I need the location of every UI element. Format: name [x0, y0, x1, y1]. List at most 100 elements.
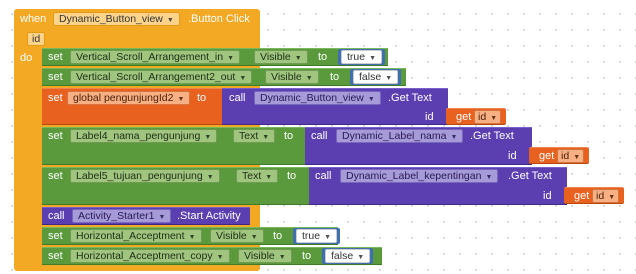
- set-keyword: set: [48, 250, 63, 262]
- to-keyword: to: [197, 92, 207, 104]
- dropdown-icon: ▼: [450, 134, 458, 141]
- dropdown-icon: ▼: [367, 96, 375, 103]
- method-name: .Get Text: [388, 92, 432, 104]
- get-value-dropdown[interactable]: id ▼: [592, 189, 620, 203]
- component-dropdown[interactable]: Vertical_Scroll_Arrangement_in ▼: [70, 50, 241, 64]
- dropdown-icon: ▼: [608, 194, 616, 201]
- component-label: Vertical_Scroll_Arrangement_in: [76, 51, 224, 63]
- component-label: Vertical_Scroll_Arrangement2_out: [76, 71, 236, 83]
- dropdown-icon: ▼: [188, 234, 196, 241]
- get-keyword: get: [539, 150, 555, 162]
- arg-label: id: [508, 150, 517, 162]
- arg-label: id: [543, 190, 552, 202]
- property-dropdown[interactable]: Visible ▼: [254, 50, 308, 64]
- to-keyword: to: [273, 230, 283, 242]
- component-label: Dynamic_Button_view: [260, 92, 364, 104]
- boolean-value: true: [302, 230, 321, 242]
- boolean-value-dropdown[interactable]: false ▼: [353, 70, 399, 84]
- dropdown-icon: ▼: [294, 55, 302, 62]
- dropdown-icon: ▼: [262, 134, 270, 141]
- property-label: Visible: [271, 71, 302, 83]
- component-label: Horizontal_Acceptment_copy: [76, 250, 213, 262]
- get-value: id: [478, 111, 487, 123]
- call-keyword: call: [311, 130, 328, 142]
- component-dropdown[interactable]: Horizontal_Acceptment_copy ▼: [70, 249, 230, 263]
- variable-dropdown[interactable]: global pengunjungId2 ▼: [67, 91, 191, 105]
- component-label: Label4_nama_pengunjung: [76, 130, 201, 142]
- to-keyword: to: [302, 250, 312, 262]
- event-param-id[interactable]: id: [27, 32, 46, 46]
- get-keyword: get: [574, 190, 590, 202]
- dropdown-icon: ▼: [385, 75, 393, 82]
- dropdown-icon: ▼: [357, 254, 365, 261]
- dropdown-icon: ▼: [204, 134, 212, 141]
- set-keyword: set: [48, 92, 63, 104]
- do-label: do: [20, 52, 33, 64]
- dropdown-icon: ▼: [206, 174, 214, 181]
- boolean-value-dropdown[interactable]: true ▼: [296, 229, 338, 243]
- call-keyword: call: [315, 170, 332, 182]
- dropdown-icon: ▼: [158, 214, 166, 221]
- component-dropdown[interactable]: Vertical_Scroll_Arrangement2_out ▼: [70, 70, 253, 84]
- set-keyword: set: [48, 230, 63, 242]
- boolean-value: false: [359, 71, 382, 83]
- dropdown-icon: ▼: [250, 234, 258, 241]
- get-value: id: [596, 190, 605, 202]
- boolean-value: true: [347, 51, 366, 63]
- component-dropdown[interactable]: Horizontal_Acceptment ▼: [70, 229, 202, 243]
- dropdown-icon: ▼: [239, 75, 247, 82]
- boolean-value: false: [331, 250, 354, 262]
- method-name: .Start Activity: [177, 210, 241, 222]
- component-label: Activity_Starter1: [78, 210, 155, 222]
- dropdown-icon: ▼: [490, 115, 498, 122]
- component-dropdown[interactable]: Dynamic_Label_nama ▼: [336, 129, 464, 143]
- get-value-dropdown[interactable]: id ▼: [557, 149, 585, 163]
- to-keyword: to: [318, 51, 328, 63]
- property-label: Visible: [216, 230, 247, 242]
- component-dropdown[interactable]: Dynamic_Label_kepentingan ▼: [340, 169, 499, 183]
- set-keyword: set: [48, 51, 63, 63]
- dropdown-icon: ▼: [573, 154, 581, 161]
- logic-block[interactable]: true ▼: [293, 228, 341, 244]
- property-dropdown[interactable]: Visible ▼: [210, 229, 264, 243]
- set-keyword: set: [48, 71, 63, 83]
- set-keyword: set: [48, 170, 63, 182]
- component-dropdown[interactable]: Activity_Starter1 ▼: [72, 209, 172, 223]
- dropdown-icon: ▼: [227, 55, 235, 62]
- dropdown-icon: ▼: [324, 234, 332, 241]
- set-keyword: set: [48, 130, 63, 142]
- component-label: Dynamic_Label_nama: [342, 130, 447, 142]
- get-value: id: [561, 150, 570, 162]
- component-dropdown[interactable]: Label4_nama_pengunjung ▼: [70, 129, 218, 143]
- property-dropdown[interactable]: Visible ▼: [265, 70, 319, 84]
- dropdown-icon: ▼: [177, 96, 185, 103]
- event-component-dropdown[interactable]: Dynamic_Button_view ▼: [53, 12, 180, 26]
- property-dropdown[interactable]: Text ▼: [233, 129, 276, 143]
- component-label: Horizontal_Acceptment: [76, 230, 185, 242]
- to-keyword: to: [330, 71, 340, 83]
- component-dropdown[interactable]: Dynamic_Button_view ▼: [254, 91, 381, 105]
- method-name: .Get Text: [508, 170, 552, 182]
- dropdown-icon: ▼: [305, 75, 313, 82]
- dropdown-icon: ▼: [166, 17, 174, 24]
- boolean-value-dropdown[interactable]: false ▼: [325, 249, 371, 263]
- variable-label: global pengunjungId2: [73, 92, 174, 104]
- property-label: Visible: [260, 51, 291, 63]
- dropdown-icon: ▼: [278, 254, 286, 261]
- logic-block[interactable]: true ▼: [338, 49, 386, 65]
- call-keyword: call: [229, 92, 246, 104]
- get-value-dropdown[interactable]: id ▼: [474, 110, 502, 124]
- dropdown-icon: ▼: [485, 174, 493, 181]
- property-label: Visible: [244, 250, 275, 262]
- component-dropdown[interactable]: Label5_tujuan_pengunjung ▼: [70, 169, 220, 183]
- property-dropdown[interactable]: Text ▼: [236, 169, 279, 183]
- to-keyword: to: [284, 130, 294, 142]
- boolean-value-dropdown[interactable]: true ▼: [341, 50, 383, 64]
- property-label: Text: [242, 170, 262, 182]
- component-label: Dynamic_Label_kepentingan: [346, 170, 482, 182]
- logic-block[interactable]: false ▼: [322, 248, 374, 264]
- property-dropdown[interactable]: Visible ▼: [238, 249, 292, 263]
- when-label: when: [20, 13, 47, 25]
- event-name: .Button Click: [188, 13, 250, 25]
- logic-block[interactable]: false ▼: [350, 69, 402, 85]
